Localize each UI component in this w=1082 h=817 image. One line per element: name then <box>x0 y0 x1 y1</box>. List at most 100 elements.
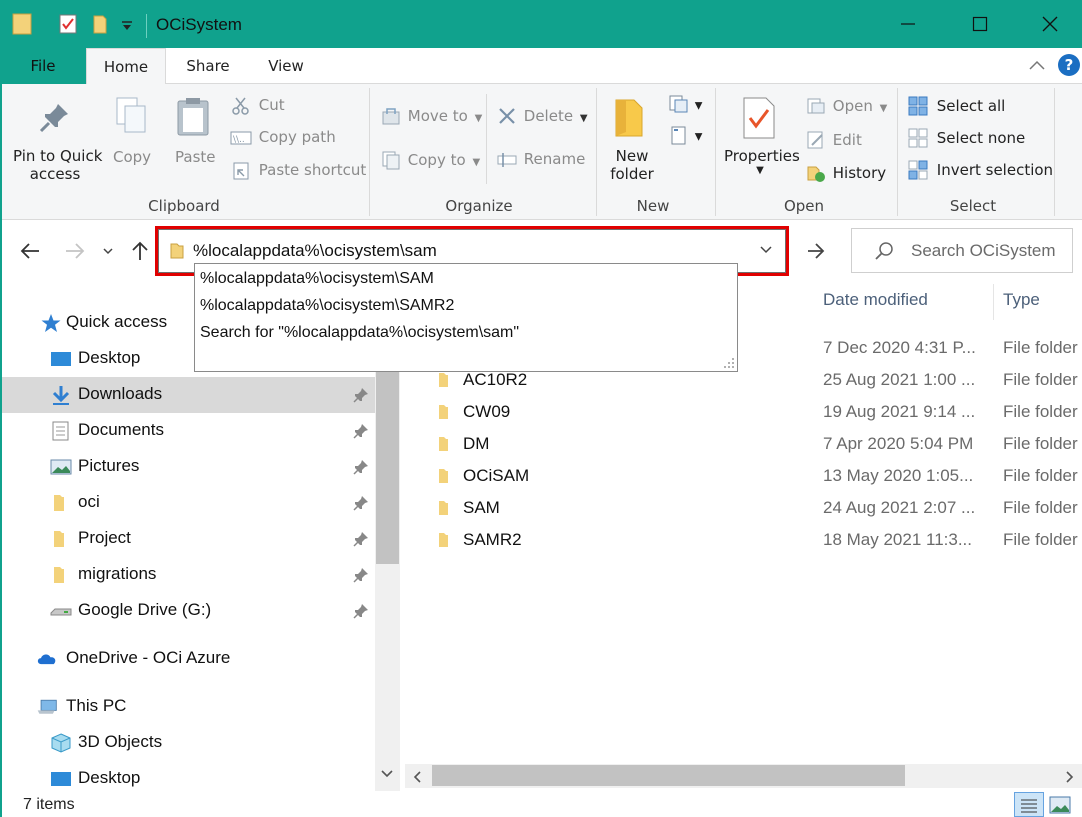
sidebar-item-pictures[interactable]: Pictures <box>0 449 375 485</box>
customize-quick-access-icon[interactable] <box>120 18 134 37</box>
delete-button[interactable]: Delete ▼ <box>497 106 588 126</box>
forward-button[interactable] <box>61 237 89 265</box>
sidebar-item-documents[interactable]: Documents <box>0 413 375 449</box>
cut-button[interactable]: Cut <box>232 96 285 115</box>
pin-icon[interactable] <box>352 494 370 512</box>
pin-icon[interactable] <box>352 530 370 548</box>
column-header-type[interactable]: Type <box>1003 290 1040 310</box>
copy-button[interactable]: Copy <box>113 148 151 166</box>
tab-home[interactable]: Home <box>86 48 166 85</box>
properties-button[interactable]: Properties ▼ <box>724 147 800 176</box>
organize-group-label: Organize <box>445 197 513 215</box>
pin-icon[interactable] <box>352 386 370 404</box>
pin-icon[interactable] <box>352 422 370 440</box>
table-row[interactable]: OCiSAM 13 May 2020 1:05... File folder <box>400 460 1082 492</box>
move-to-button[interactable]: Move to ▼ <box>381 106 482 126</box>
file-name: SAMR2 <box>463 530 522 549</box>
drive-icon <box>50 608 72 616</box>
copy-to-button[interactable]: Copy to ▼ <box>381 150 480 170</box>
go-button[interactable] <box>802 237 830 265</box>
new-folder-button[interactable]: New folder <box>607 147 657 183</box>
autocomplete-item[interactable]: %localappdata%\ocisystem\SAMR2 <box>200 297 454 315</box>
back-button[interactable] <box>16 237 44 265</box>
address-input[interactable]: %localappdata%\ocisystem\sam <box>193 241 437 261</box>
invert-selection-button[interactable]: Invert selection <box>908 160 1053 180</box>
desktop-icon <box>51 772 71 786</box>
autocomplete-search-item[interactable]: Search for "%localappdata%\ocisystem\sam… <box>200 324 519 342</box>
file-type: File folder <box>1003 466 1078 485</box>
invert-selection-label: Invert selection <box>936 160 1054 179</box>
pin-icon[interactable] <box>352 566 370 584</box>
chevron-left-icon[interactable] <box>412 770 422 784</box>
paste-shortcut-button[interactable]: Paste shortcut <box>232 160 366 180</box>
rename-button[interactable]: Rename <box>497 150 585 169</box>
sidebar-item-this-pc[interactable]: This PC <box>0 689 375 725</box>
details-view-button[interactable] <box>1014 792 1044 817</box>
dropdown-arrow-icon: ▼ <box>879 102 888 114</box>
sidebar-item-google-drive[interactable]: Google Drive (G:) <box>0 593 375 629</box>
autocomplete-item[interactable]: %localappdata%\ocisystem\SAM <box>200 270 434 288</box>
new-folder-icon <box>613 96 647 142</box>
column-header-date-modified[interactable]: Date modified <box>823 290 928 310</box>
copy-path-button[interactable]: \\.. Copy path <box>230 128 336 146</box>
folder-icon <box>439 533 448 547</box>
pin-label-2: access <box>29 165 81 183</box>
sidebar-item-migrations[interactable]: migrations <box>0 557 375 593</box>
tab-file[interactable]: File <box>0 48 86 84</box>
column-separator[interactable] <box>993 284 994 320</box>
copy-to-label: Copy to <box>407 150 466 169</box>
horizontal-scrollbar-thumb[interactable] <box>432 765 905 786</box>
easy-access-button[interactable]: ▼ <box>668 124 702 146</box>
pin-icon[interactable] <box>352 602 370 620</box>
select-all-button[interactable]: Select all <box>908 96 1005 116</box>
minimize-button[interactable] <box>873 0 943 48</box>
maximize-button[interactable] <box>945 0 1015 48</box>
open-button[interactable]: Open ▼ <box>806 96 887 116</box>
dropdown-arrow-icon: ▼ <box>694 100 703 112</box>
sidebar-item-onedrive[interactable]: OneDrive - OCi Azure <box>0 641 375 677</box>
sidebar-item-label: Documents <box>78 420 164 439</box>
folder-icon <box>439 373 448 387</box>
svg-text:\\..: \\.. <box>233 135 245 145</box>
dropdown-arrow-icon: ▼ <box>472 156 481 168</box>
tab-share[interactable]: Share <box>168 48 248 84</box>
edit-button[interactable]: Edit <box>806 130 862 150</box>
resize-grip-icon[interactable] <box>723 357 735 369</box>
pin-icon[interactable] <box>352 458 370 476</box>
sidebar-item-oci[interactable]: oci <box>0 485 375 521</box>
chevron-right-icon[interactable] <box>1065 770 1075 784</box>
new-folder-quick-icon[interactable] <box>92 13 108 39</box>
table-row[interactable]: DM 7 Apr 2020 5:04 PM File folder <box>400 428 1082 460</box>
sidebar-item-label: Desktop <box>78 768 141 787</box>
properties-quick-icon[interactable] <box>58 13 78 39</box>
collapse-ribbon-button[interactable] <box>1026 56 1048 76</box>
table-row[interactable]: CW09 19 Aug 2021 9:14 ... File folder <box>400 396 1082 428</box>
invert-selection-icon <box>908 160 928 180</box>
up-button[interactable] <box>126 237 154 265</box>
recent-locations-button[interactable] <box>96 237 120 265</box>
sidebar-item-project[interactable]: Project <box>0 521 375 557</box>
dropdown-arrow-icon: ▼ <box>474 112 483 124</box>
tab-view[interactable]: View <box>248 48 324 84</box>
select-none-button[interactable]: Select none <box>908 128 1025 148</box>
help-icon[interactable]: ? <box>1058 54 1080 76</box>
sidebar-item-3d-objects[interactable]: 3D Objects <box>0 725 375 761</box>
paste-button[interactable]: Paste <box>175 148 216 166</box>
chevron-up-icon <box>1029 60 1045 70</box>
search-input[interactable]: Search OCiSystem <box>911 241 1056 261</box>
history-button[interactable]: History <box>806 163 886 183</box>
paste-shortcut-label: Paste shortcut <box>258 160 367 179</box>
table-row[interactable]: SAM 24 Aug 2021 2:07 ... File folder <box>400 492 1082 524</box>
properties-label: Properties <box>724 147 800 165</box>
table-row[interactable]: SAMR2 18 May 2021 11:3... File folder <box>400 524 1082 556</box>
paste-shortcut-icon <box>233 162 249 180</box>
easy-access-icon <box>671 126 686 145</box>
chevron-down-icon[interactable] <box>380 769 394 779</box>
file-date: 18 May 2021 11:3... <box>823 530 973 549</box>
close-button[interactable] <box>1015 0 1082 48</box>
sidebar-item-label: Pictures <box>78 456 140 475</box>
pin-to-quick-access-button[interactable]: Pin to Quick access <box>13 147 102 183</box>
large-icons-view-button[interactable] <box>1048 795 1074 815</box>
new-item-button[interactable]: ▼ <box>668 94 702 114</box>
sidebar-item-downloads[interactable]: Downloads <box>0 377 375 413</box>
